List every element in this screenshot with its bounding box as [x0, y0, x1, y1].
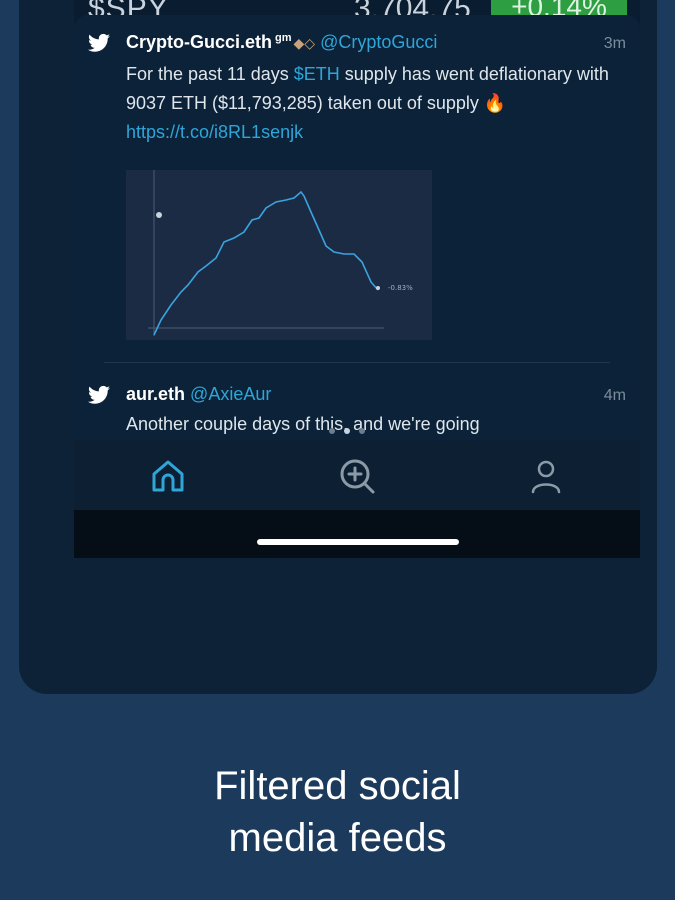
tweet-author-name[interactable]: Crypto-Gucci.eth	[126, 32, 272, 52]
search-icon[interactable]	[337, 456, 377, 496]
supply-chart-image: -0.83%	[126, 170, 432, 340]
home-icon[interactable]	[148, 456, 188, 496]
tweet-author-handle[interactable]: @CryptoGucci	[320, 32, 437, 52]
twitter-icon	[88, 33, 110, 52]
author-badge: gm	[275, 32, 292, 44]
author-emoji-icon: ◆◇	[293, 35, 316, 51]
tweet-timestamp: 3m	[603, 35, 626, 52]
caption-line-2: media feeds	[228, 816, 447, 860]
home-indicator-bar[interactable]	[257, 539, 459, 545]
tweet-author-name[interactable]: aur.eth	[126, 384, 185, 404]
tweet-header: Crypto-Gucci.eth gm ◆◇ @CryptoGucci	[126, 32, 437, 53]
social-feed-card[interactable]: Crypto-Gucci.eth gm ◆◇ @CryptoGucci 3m For…	[74, 15, 640, 440]
tweet-media-image[interactable]: -0.83%	[126, 170, 432, 340]
pager-dot[interactable]	[359, 428, 365, 434]
tweet-link[interactable]: https://t.co/i8RL1senjk	[126, 122, 303, 142]
pager-dot-active[interactable]	[344, 428, 350, 434]
system-gesture-area	[74, 510, 640, 558]
pager-dots	[329, 428, 365, 434]
caption-line-1: Filtered social	[214, 764, 461, 808]
tweet-cashtag[interactable]: $ETH	[294, 64, 340, 84]
chart-end-label: -0.83%	[388, 284, 413, 292]
tweet-author-handle[interactable]: @AxieAur	[190, 384, 271, 404]
tweet-header: aur.eth @AxieAur	[126, 384, 271, 405]
pager-dot[interactable]	[329, 428, 335, 434]
tweet-item[interactable]: Crypto-Gucci.eth gm ◆◇ @CryptoGucci 3m For…	[74, 15, 640, 362]
phone-frame: $SPY 3,704.75 +0.14% Crypto-Gucci.eth gm ◆…	[19, 0, 657, 694]
profile-icon[interactable]	[526, 456, 566, 496]
tweet-timestamp: 4m	[603, 387, 626, 404]
tweet-body: For the past 11 days $ETH supply has wen…	[126, 60, 626, 147]
fire-emoji-icon: 🔥	[483, 93, 507, 113]
app-screen: $SPY 3,704.75 +0.14% Crypto-Gucci.eth gm ◆…	[74, 0, 640, 558]
tweet-text-part: For the past 11 days	[126, 64, 294, 84]
tweet-body: Another couple days of this, and we're g…	[126, 414, 480, 434]
marketing-caption: Filtered social media feeds	[0, 760, 675, 864]
twitter-icon	[88, 385, 110, 404]
bottom-navigation	[74, 440, 640, 510]
